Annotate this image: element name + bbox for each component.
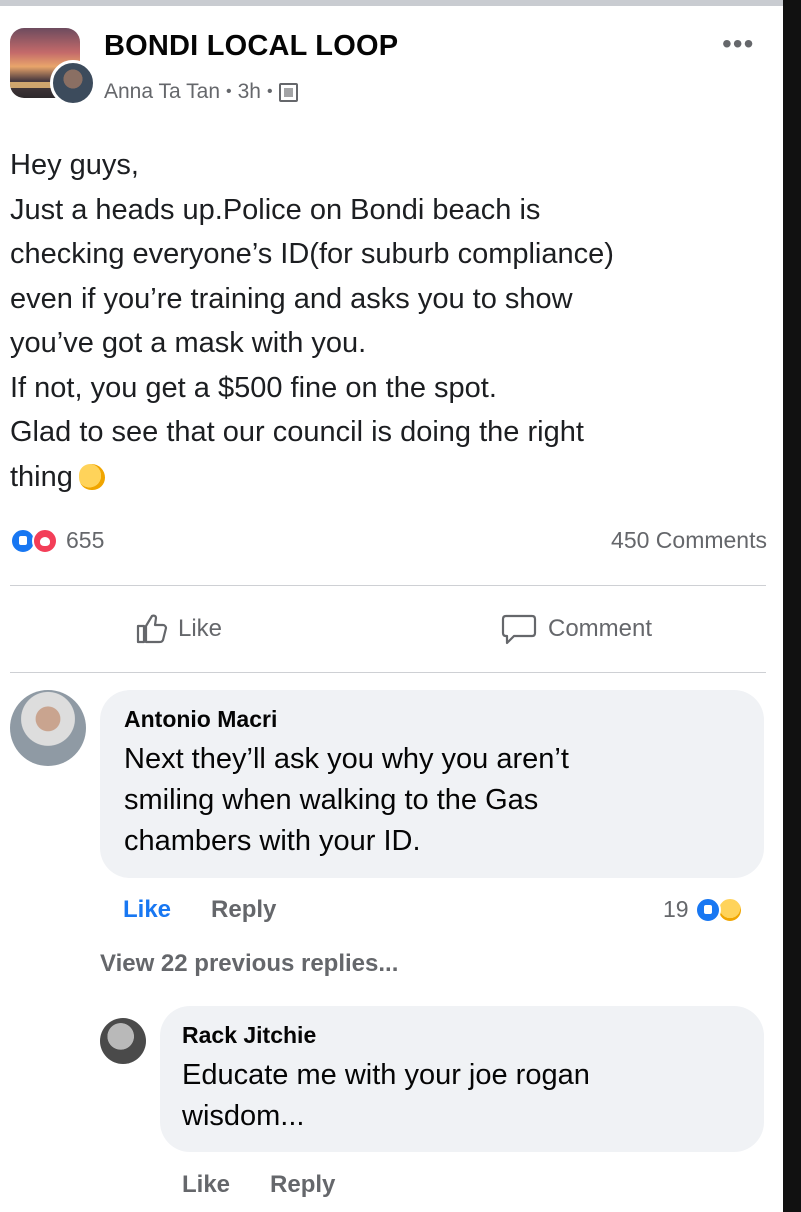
post-line: thing xyxy=(10,460,73,493)
post-text: Hey guys, Just a heads up.Police on Bond… xyxy=(10,143,780,499)
reaction-summary[interactable]: 655 xyxy=(10,527,104,554)
reply-like-button[interactable]: Like xyxy=(182,1171,230,1199)
post-line: If not, you get a $500 fine on the spot. xyxy=(10,371,497,404)
author-name[interactable]: Anna Ta Tan xyxy=(104,80,220,104)
post-time[interactable]: 3h xyxy=(238,80,261,104)
post-line: checking everyone’s ID(for suburb compli… xyxy=(10,238,614,270)
reply-line: Educate me with your joe rogan xyxy=(182,1059,590,1091)
comment-line: Next they’ll ask you why you aren’t xyxy=(124,743,569,775)
comment-bubble: Antonio Macri Next they’ll ask you why y… xyxy=(100,690,764,878)
comment-label: Comment xyxy=(548,615,653,642)
love-reaction-icon xyxy=(32,527,58,554)
comment-like-button[interactable]: Like xyxy=(123,896,171,924)
avatar[interactable] xyxy=(10,690,86,766)
view-previous-replies[interactable]: View 22 previous replies... xyxy=(100,950,398,978)
comment-reply-button[interactable]: Reply xyxy=(211,896,276,924)
reply-reply-button[interactable]: Reply xyxy=(270,1171,335,1199)
comment-line: chambers with your ID. xyxy=(124,825,421,857)
screen-edge xyxy=(783,0,801,1212)
reply-line: wisdom... xyxy=(182,1100,305,1132)
reply-text: Educate me with your joe rogan wisdom... xyxy=(182,1055,742,1137)
post-line: Just a heads up.Police on Bondi beach is xyxy=(10,193,541,226)
separator-dot: • xyxy=(266,83,273,100)
post-line: even if you’re training and asks you to … xyxy=(10,282,573,315)
post-line-last: thing xyxy=(10,455,780,500)
clap-emoji-icon xyxy=(78,463,105,490)
comment-line: smiling when walking to the Gas xyxy=(124,784,539,816)
group-name[interactable]: BONDI LOCAL LOOP xyxy=(104,30,398,63)
comment-reactions[interactable]: 19 xyxy=(663,896,743,923)
comment-reaction-count: 19 xyxy=(663,896,689,922)
reply-actions: Like Reply xyxy=(182,1171,335,1199)
like-reaction-icon xyxy=(694,896,721,923)
avatar[interactable] xyxy=(100,1018,146,1064)
comment-bubble-icon xyxy=(501,614,537,645)
reaction-count: 655 xyxy=(66,527,105,553)
comment-button[interactable]: Comment xyxy=(500,612,652,646)
post-line: Glad to see that our council is doing th… xyxy=(10,416,584,448)
comment-text: Next they’ll ask you why you aren’t smil… xyxy=(124,739,742,862)
separator-dot: • xyxy=(226,83,232,100)
reply-bubble: Rack Jitchie Educate me with your joe ro… xyxy=(160,1006,764,1152)
globe-icon xyxy=(278,82,298,102)
post-line: you’ve got a mask with you. xyxy=(10,327,367,359)
more-icon[interactable]: ••• xyxy=(722,28,754,60)
group-avatar[interactable] xyxy=(10,28,96,106)
post-meta: Anna Ta Tan • 3h • xyxy=(104,80,298,104)
comments-count[interactable]: 450 Comments xyxy=(611,527,767,554)
top-strip xyxy=(0,0,801,6)
like-label: Like xyxy=(178,615,223,642)
comment-actions: Like Reply xyxy=(123,896,276,924)
post-line: Hey guys, xyxy=(10,149,139,181)
thumbs-up-icon xyxy=(136,614,168,644)
reply-author[interactable]: Rack Jitchie xyxy=(182,1022,742,1049)
comment-author[interactable]: Antonio Macri xyxy=(124,706,742,733)
divider xyxy=(10,585,766,586)
divider xyxy=(10,672,766,673)
author-avatar[interactable] xyxy=(50,60,96,106)
like-button[interactable]: Like xyxy=(134,612,222,646)
